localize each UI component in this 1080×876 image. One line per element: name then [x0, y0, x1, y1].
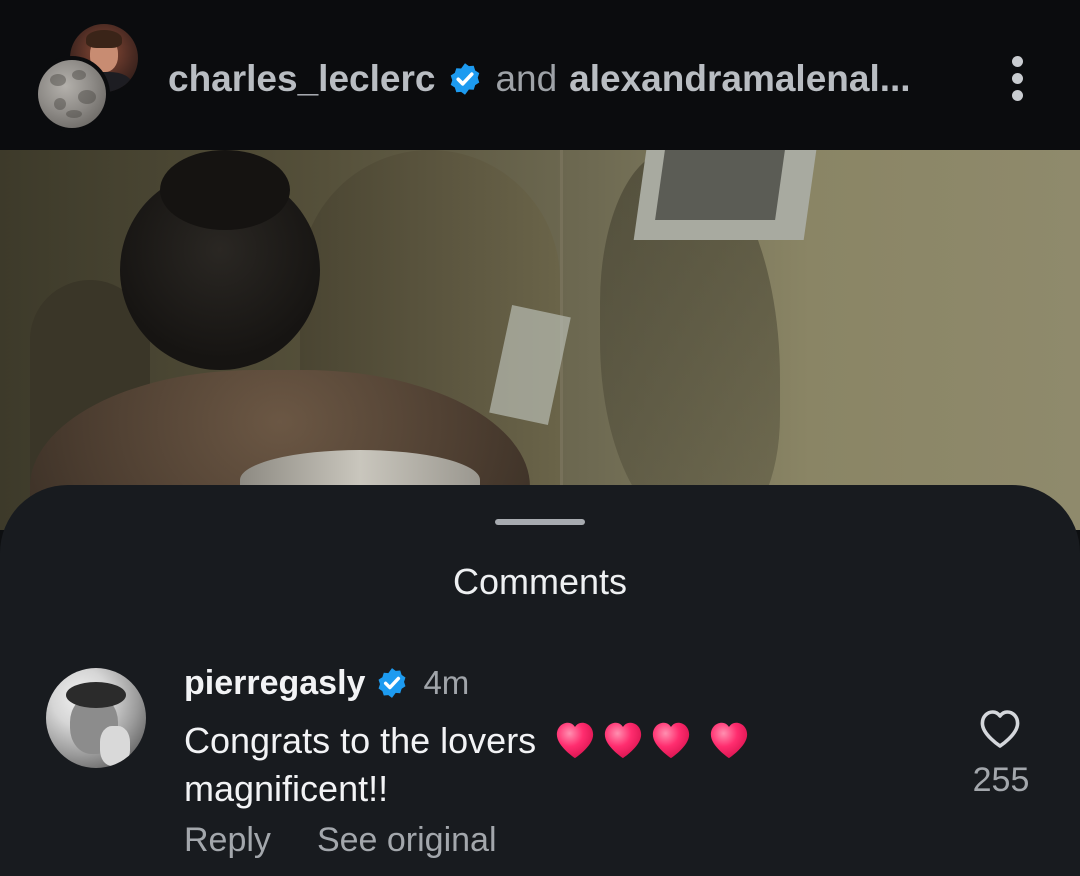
reply-button[interactable]: Reply	[184, 821, 271, 860]
commenter-username[interactable]: pierregasly	[184, 664, 365, 703]
avatar-alexandra[interactable]	[34, 56, 110, 132]
see-original-button[interactable]: See original	[317, 821, 497, 860]
collab-username[interactable]: alexandramalenal...	[569, 58, 910, 100]
heart-emoji-icon	[653, 722, 690, 759]
comment-timestamp: 4m	[423, 664, 470, 701]
author-connector: and	[495, 58, 558, 99]
collab-avatars[interactable]	[34, 24, 142, 132]
comment-actions: Reply See original	[184, 821, 497, 860]
verified-badge-icon	[447, 61, 483, 97]
comment-text-line2: magnificent!!	[184, 768, 389, 809]
heart-emojis	[552, 718, 752, 760]
post-authors: charles_leclerc and alexandramalenal...	[168, 54, 911, 104]
author-username[interactable]: charles_leclerc	[168, 58, 435, 100]
commenter-avatar[interactable]	[46, 668, 146, 768]
verified-badge-icon	[375, 666, 409, 700]
heart-emoji-icon	[605, 722, 642, 759]
heart-emoji-icon	[557, 722, 594, 759]
comment-body: Congrats to the lovers magnificent!!	[184, 717, 944, 813]
comment-text-line1: Congrats to the lovers	[184, 720, 537, 761]
comments-sheet: Comments pierregasly 4m Congrats to the …	[0, 485, 1080, 876]
video-frame[interactable]	[0, 150, 1080, 530]
more-vertical-icon[interactable]	[1000, 52, 1036, 104]
heart-outline-icon[interactable]	[976, 705, 1024, 751]
comment-header: pierregasly 4m	[184, 661, 469, 705]
like-count: 255	[972, 761, 1030, 799]
post-header: charles_leclerc and alexandramalenal...	[0, 0, 1080, 150]
sheet-drag-handle[interactable]	[495, 519, 585, 525]
heart-emoji-icon	[711, 722, 748, 759]
reel-viewer: charles_leclerc and alexandramalenal...	[0, 0, 1080, 876]
sheet-title: Comments	[452, 561, 628, 602]
